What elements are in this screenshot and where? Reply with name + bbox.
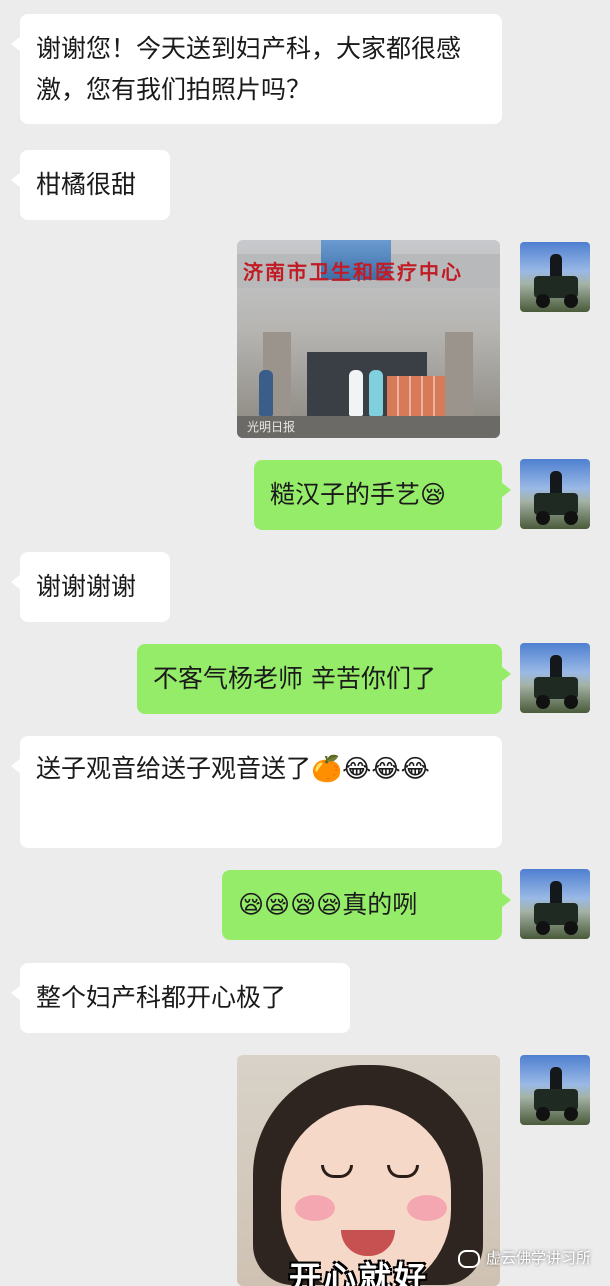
avatar-wheel <box>536 294 550 308</box>
message-text: 真的咧 <box>342 890 418 919</box>
avatar-person <box>550 471 562 495</box>
avatar-person <box>550 655 562 679</box>
incoming-message-bubble[interactable]: 送子观音给送子观音送了🍊😂😂😂 <box>11 736 502 848</box>
avatar-wheel <box>564 921 578 935</box>
watermark-text: 虚云佛学讲习所 <box>486 1249 592 1267</box>
user-avatar[interactable] <box>520 242 590 312</box>
user-avatar[interactable] <box>520 869 590 939</box>
avatar-wheel <box>536 921 550 935</box>
hospital-photo-message[interactable]: 济南市卫生和医疗中心 光明日报 <box>237 240 500 438</box>
user-avatar[interactable] <box>520 1055 590 1125</box>
avatar-wheel <box>536 695 550 709</box>
message-text: 谢谢您！今天送到妇产科，大家都很感激，您有我们拍照片吗？ <box>36 34 462 104</box>
orange-and-laughing-emojis: 🍊😂😂😂 <box>311 754 430 783</box>
orange-crates <box>387 376 445 418</box>
message-text: 整个妇产科都开心极了 <box>36 983 287 1012</box>
avatar-person <box>550 254 562 278</box>
person-figure <box>349 370 363 416</box>
incoming-message-bubble[interactable]: 谢谢您！今天送到妇产科，大家都很感激，您有我们拍照片吗？ <box>11 14 502 124</box>
incoming-message-bubble[interactable]: 谢谢谢谢 <box>11 552 170 622</box>
message-text: 柑橘很甜 <box>36 170 137 199</box>
building-column <box>445 332 473 422</box>
avatar-person <box>550 881 562 905</box>
outgoing-message-bubble[interactable]: 不客气杨老师 辛苦你们了 <box>137 644 511 714</box>
avatar-wheel <box>564 695 578 709</box>
photo-watermark: 光明日报 <box>247 420 296 434</box>
avatar-wheel <box>564 1107 578 1121</box>
outgoing-message-bubble[interactable]: 😪😪😪😪真的咧 <box>222 870 511 940</box>
message-text: 不客气杨老师 辛苦你们了 <box>153 664 436 693</box>
girl-cheek <box>295 1195 335 1221</box>
avatar-person <box>550 1067 562 1091</box>
incoming-message-bubble[interactable]: 整个妇产科都开心极了 <box>11 963 350 1033</box>
person-figure <box>369 370 383 416</box>
message-text: 送子观音给送子观音送了 <box>36 754 312 783</box>
avatar-wheel <box>536 1107 550 1121</box>
incoming-message-bubble[interactable]: 柑橘很甜 <box>11 150 170 220</box>
outgoing-message-bubble[interactable]: 糙汉子的手艺😪 <box>254 460 511 530</box>
wechat-icon <box>458 1249 480 1268</box>
sleepy-face-emoji: 😪 <box>420 480 447 509</box>
avatar-wheel <box>564 294 578 308</box>
avatar-wheel <box>536 511 550 525</box>
sticker-caption: 开心就好 <box>289 1259 430 1286</box>
sign-text: 济南市卫生和医疗中心 <box>243 260 463 284</box>
avatar-wheel <box>564 511 578 525</box>
user-avatar[interactable] <box>520 643 590 713</box>
user-avatar[interactable] <box>520 459 590 529</box>
person-figure <box>259 370 273 416</box>
message-text: 糙汉子的手艺 <box>270 480 421 509</box>
sleepy-face-emojis: 😪😪😪😪 <box>238 890 343 919</box>
girl-cheek <box>407 1195 447 1221</box>
account-watermark: 虚云佛学讲习所 <box>458 1247 591 1268</box>
message-text: 谢谢谢谢 <box>36 572 137 601</box>
